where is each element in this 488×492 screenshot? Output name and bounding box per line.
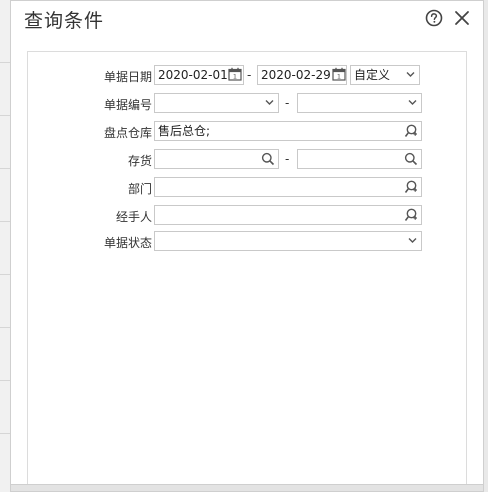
- warehouse-label: 盘点仓库: [103, 126, 152, 140]
- query-conditions-dialog: 查询条件 单据日期 2020-02-01 1 - 2020-02-29 1 自定…: [10, 0, 484, 492]
- date-end-value: 2020-02-29: [261, 68, 331, 82]
- inventory-separator: -: [285, 152, 290, 166]
- doc-no-start-select[interactable]: [154, 93, 279, 113]
- calendar-icon[interactable]: 1: [332, 67, 346, 81]
- doc-no-label: 单据编号: [103, 98, 152, 112]
- chevron-down-icon: [265, 99, 274, 106]
- department-label: 部门: [127, 182, 152, 196]
- handler-label: 经手人: [115, 210, 152, 224]
- inventory-end-field[interactable]: [297, 149, 422, 169]
- chevron-down-icon: [408, 99, 417, 106]
- search-plus-icon[interactable]: [404, 208, 418, 222]
- handler-field[interactable]: [154, 205, 422, 225]
- warehouse-field[interactable]: 售后总仓;: [154, 121, 422, 141]
- search-icon[interactable]: [261, 152, 275, 166]
- doc-no-separator: -: [285, 96, 290, 110]
- chevron-down-icon: [408, 237, 417, 244]
- query-form-panel: 单据日期 2020-02-01 1 - 2020-02-29 1 自定义 单据编…: [27, 51, 467, 485]
- inventory-start-field[interactable]: [154, 149, 279, 169]
- inventory-label: 存货: [127, 154, 152, 168]
- date-range-select[interactable]: 自定义: [350, 65, 420, 85]
- date-start-value: 2020-02-01: [158, 68, 228, 82]
- dialog-title: 查询条件: [24, 10, 105, 32]
- date-range-value: 自定义: [354, 68, 391, 82]
- doc-no-end-select[interactable]: [297, 93, 422, 113]
- svg-text:1: 1: [233, 73, 237, 81]
- chevron-down-icon: [406, 71, 415, 78]
- help-circle-icon[interactable]: [423, 7, 445, 29]
- search-icon[interactable]: [404, 152, 418, 166]
- date-range-separator: -: [247, 68, 252, 82]
- status-label: 单据状态: [103, 236, 152, 250]
- dialog-bottom-edge: [11, 484, 483, 491]
- svg-text:1: 1: [337, 73, 341, 81]
- calendar-icon[interactable]: 1: [228, 67, 242, 81]
- date-label: 单据日期: [103, 70, 152, 84]
- status-select[interactable]: [154, 231, 422, 251]
- search-plus-icon[interactable]: [404, 124, 418, 138]
- department-field[interactable]: [154, 177, 422, 197]
- close-icon[interactable]: [451, 7, 473, 29]
- dialog-titlebar[interactable]: 查询条件: [11, 1, 483, 37]
- search-plus-icon[interactable]: [404, 180, 418, 194]
- warehouse-value: 售后总仓;: [158, 124, 211, 138]
